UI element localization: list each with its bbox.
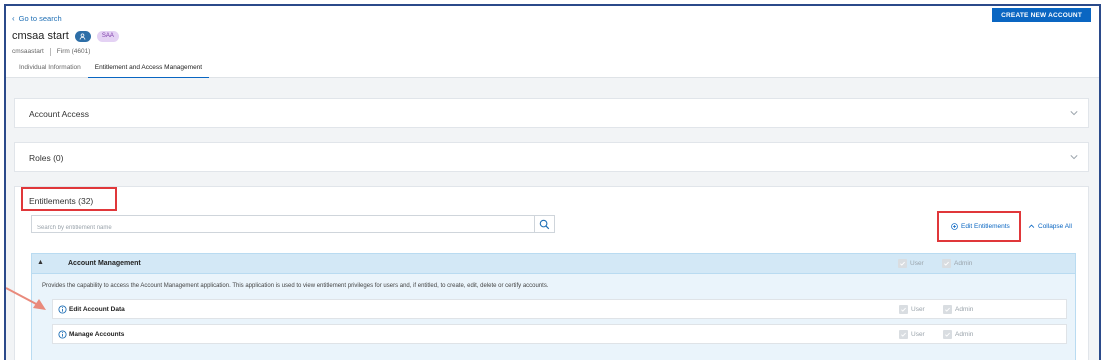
app-frame: ‹ Go to search CREATE NEW ACCOUNT cmsaa … [4, 4, 1101, 360]
annotation-arrow-icon [6, 287, 46, 310]
admin-label: Admin [954, 260, 973, 267]
account-header: ‹ Go to search CREATE NEW ACCOUNT cmsaa … [6, 6, 1099, 78]
chevron-left-icon: ‹ [12, 14, 15, 23]
check-icon [899, 305, 908, 314]
account-access-panel[interactable]: Account Access [14, 98, 1089, 128]
chevron-up-icon [1028, 224, 1035, 228]
user-checkbox[interactable]: User [899, 305, 925, 314]
tab-entitlement-access-management[interactable]: Entitlement and Access Management [87, 64, 210, 78]
search-icon [539, 219, 550, 229]
account-access-title: Account Access [29, 109, 90, 119]
collapse-all-label: Collapse All [1038, 223, 1072, 230]
entitlement-row: Edit Account Data User Admin [52, 299, 1067, 319]
caret-up-icon[interactable]: ▲ [37, 259, 44, 266]
user-checkbox[interactable]: User [898, 259, 924, 268]
account-subtitle: cmsaastart Firm (4601) [12, 48, 90, 56]
divider [49, 48, 51, 56]
account-title: cmsaa start SAA [12, 30, 119, 42]
admin-checkbox[interactable]: Admin [943, 305, 973, 314]
go-to-search-label: Go to search [18, 14, 62, 23]
collapse-all-link[interactable]: Collapse All [1028, 223, 1072, 230]
admin-checkbox[interactable]: Admin [942, 259, 972, 268]
group-description: Provides the capability to access the Ac… [42, 283, 549, 289]
account-firm: Firm (4601) [56, 48, 91, 55]
admin-label: Admin [955, 331, 974, 338]
edit-entitlements-label: Edit Entitlements [961, 223, 1010, 230]
account-name: cmsaa start [12, 30, 69, 42]
roles-panel[interactable]: Roles (0) [14, 142, 1089, 172]
check-icon [898, 259, 907, 268]
entitlement-title: Edit Account Data [69, 306, 125, 313]
user-label: User [910, 260, 924, 267]
chevron-down-icon[interactable] [1070, 109, 1078, 117]
tab-individual-information[interactable]: Individual Information [12, 64, 88, 78]
go-to-search-link[interactable]: ‹ Go to search [12, 14, 62, 23]
check-icon [899, 330, 908, 339]
check-icon [942, 259, 951, 268]
create-new-account-button[interactable]: CREATE NEW ACCOUNT [992, 8, 1091, 22]
entitlement-search [31, 215, 555, 236]
account-management-group: ▲ Account Management User Admin Provides… [31, 253, 1076, 360]
user-checkbox[interactable]: User [899, 330, 925, 339]
entitlements-panel: Entitlements (32) Edit Entitlements Coll… [14, 186, 1089, 360]
entitlement-search-input[interactable] [32, 220, 532, 236]
user-label: User [911, 331, 925, 338]
account-type-badge: SAA [96, 30, 119, 42]
admin-label: Admin [955, 306, 974, 313]
admin-checkbox[interactable]: Admin [943, 330, 973, 339]
edit-entitlements-link[interactable]: Edit Entitlements [951, 223, 1010, 230]
account-username: cmsaastart [12, 48, 44, 55]
user-label: User [911, 306, 925, 313]
search-button[interactable] [534, 216, 554, 232]
entitlement-title: Manage Accounts [69, 331, 125, 338]
group-title: Account Management [68, 260, 141, 267]
check-icon [943, 305, 952, 314]
account-tabs: Individual Information Entitlement and A… [12, 64, 210, 78]
roles-title: Roles (0) [29, 153, 64, 163]
user-icon [74, 30, 91, 42]
info-icon[interactable] [58, 330, 67, 339]
entitlements-title: Entitlements (32) [29, 196, 94, 206]
chevron-down-icon[interactable] [1070, 153, 1078, 161]
entitlement-row: Manage Accounts User Admin [52, 324, 1067, 344]
check-icon [943, 330, 952, 339]
plus-circle-icon [951, 223, 958, 230]
group-header[interactable]: ▲ Account Management User Admin [32, 254, 1075, 274]
